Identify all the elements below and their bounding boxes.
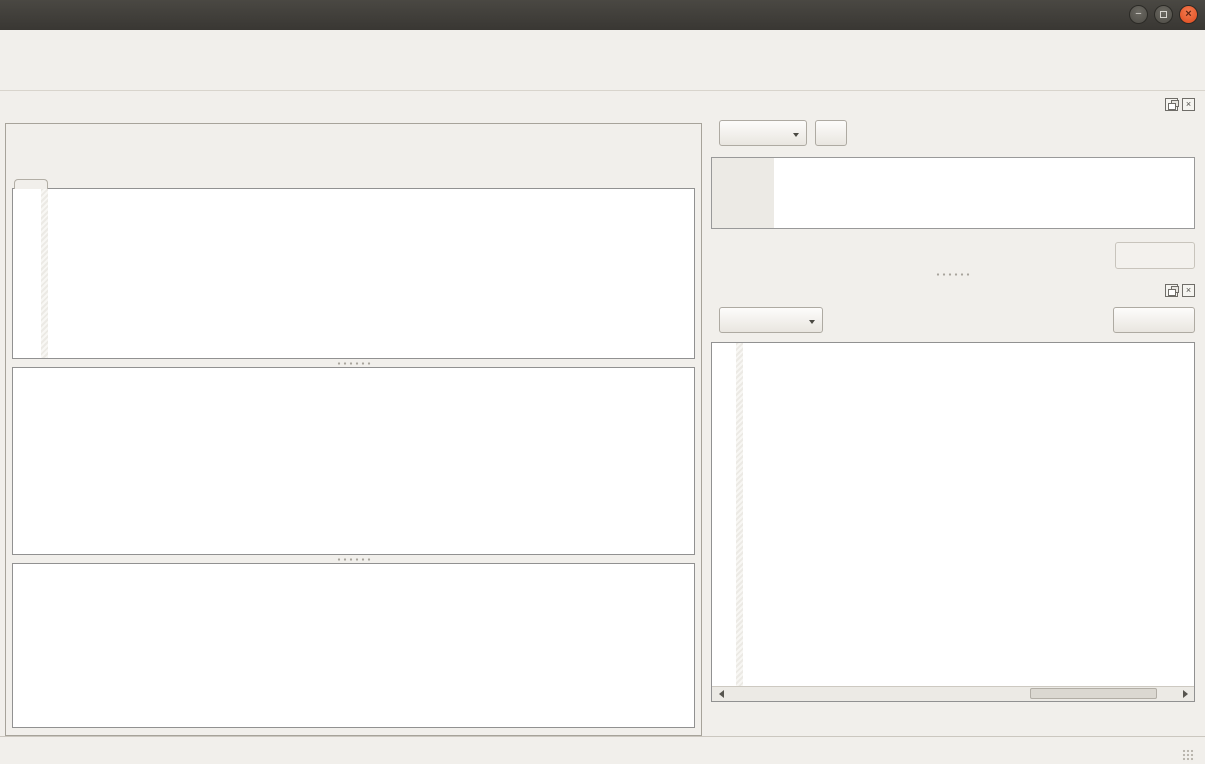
chevron-down-icon	[793, 133, 799, 140]
mode-select[interactable]	[719, 120, 807, 146]
cell-editor-gutter	[712, 158, 774, 228]
sql-tab-bar	[12, 160, 695, 188]
maximize-button[interactable]	[1154, 5, 1173, 24]
float-dock-icon[interactable]	[1165, 98, 1178, 111]
editor-line-numbers	[13, 189, 41, 358]
cell-info-row	[711, 242, 1195, 269]
editor-code[interactable]	[48, 189, 694, 358]
right-pane: × ×	[702, 91, 1205, 736]
sql-document-tab[interactable]	[14, 179, 48, 189]
window-controls: − ×	[1129, 5, 1198, 24]
left-pane	[0, 91, 702, 736]
splitter-results-log[interactable]	[12, 555, 695, 563]
scrollbar-thumb[interactable]	[1030, 688, 1157, 699]
sql-editor[interactable]	[12, 188, 695, 359]
float-dock-icon[interactable]	[1165, 284, 1178, 297]
sql-editor-toolbar	[12, 130, 695, 160]
apply-button[interactable]	[1115, 242, 1195, 269]
minimize-button[interactable]: −	[1129, 5, 1148, 24]
editor-gutter-strip	[41, 189, 48, 358]
close-dock-icon[interactable]: ×	[1182, 98, 1195, 111]
splitter-editor-results[interactable]	[12, 359, 695, 367]
statusbar	[0, 736, 1205, 764]
titlebar: − ×	[0, 0, 1205, 30]
dock-tabs	[711, 709, 1195, 736]
apply-settings-button[interactable]	[815, 120, 847, 146]
edit-cell-dock-header: ×	[711, 93, 1195, 115]
execution-message-box	[12, 563, 695, 728]
cell-mode-row	[711, 115, 1195, 151]
execute-sql-panel	[5, 123, 702, 736]
close-dock-icon[interactable]: ×	[1182, 284, 1195, 297]
log-gutter-strip	[736, 343, 743, 686]
cell-info	[711, 252, 1115, 259]
menubar	[0, 30, 1205, 55]
log-horizontal-scrollbar[interactable]	[712, 686, 1194, 701]
splitter-docks[interactable]	[711, 269, 1195, 279]
main-tabs	[5, 95, 702, 124]
sql-log-content	[712, 343, 1194, 686]
sql-log-box	[711, 342, 1195, 702]
sql-log-controls	[711, 303, 1195, 337]
scroll-left-arrow-icon[interactable]	[712, 687, 726, 701]
main-toolbar	[0, 55, 1205, 91]
maximize-icon	[1160, 11, 1167, 18]
cell-editor[interactable]	[711, 157, 1195, 229]
main-area: × ×	[0, 91, 1205, 736]
sql-log-dock-header: ×	[711, 279, 1195, 301]
log-code[interactable]	[743, 343, 1194, 686]
cell-editor-text[interactable]	[774, 158, 1194, 228]
chevron-down-icon	[809, 320, 815, 327]
close-button[interactable]: ×	[1179, 5, 1198, 24]
submitted-by-select[interactable]	[719, 307, 823, 333]
clear-log-button[interactable]	[1113, 307, 1195, 333]
resize-grip[interactable]	[1182, 749, 1195, 762]
results-panel	[12, 367, 695, 555]
log-line-numbers	[712, 343, 736, 686]
scrollbar-track[interactable]	[726, 687, 1180, 701]
scroll-right-arrow-icon[interactable]	[1180, 687, 1194, 701]
